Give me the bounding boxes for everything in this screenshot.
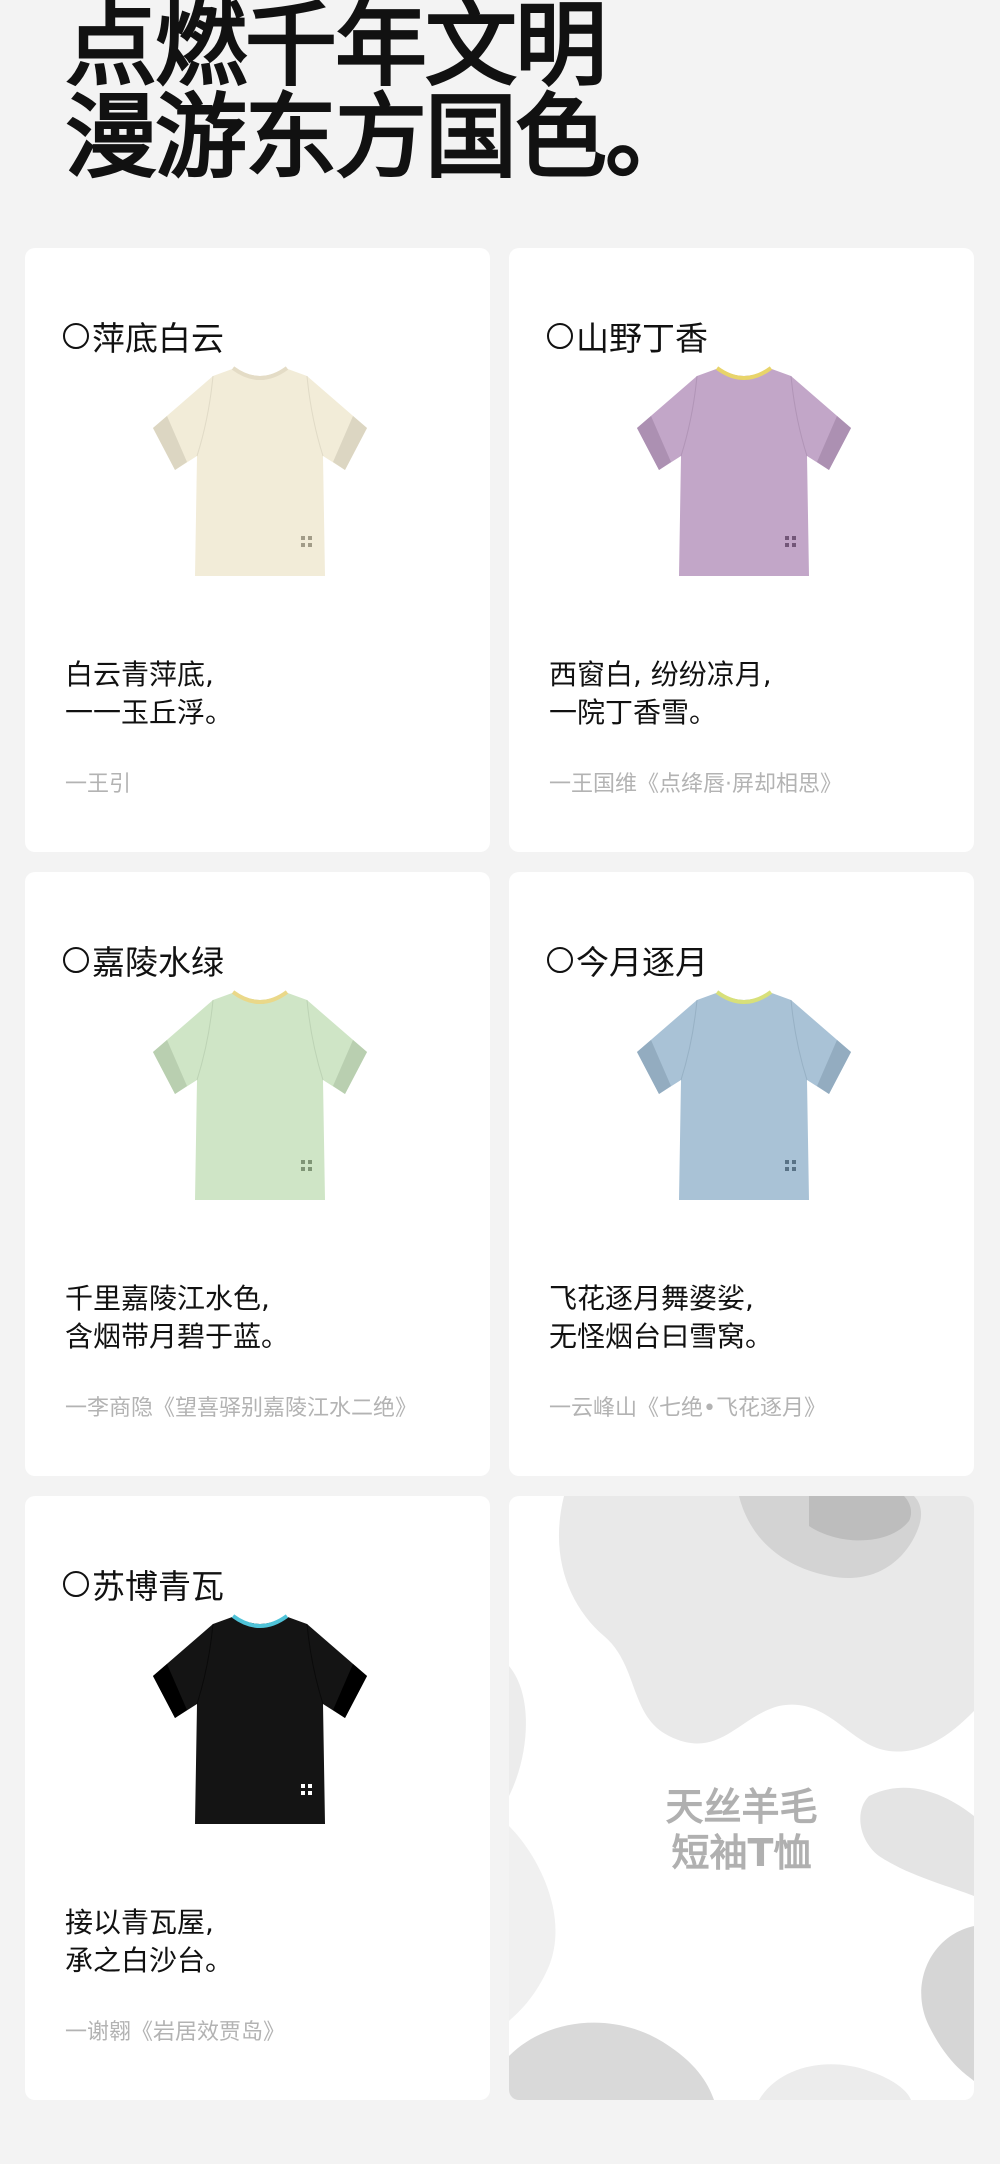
product-name: 苏博青瓦 [63, 1560, 224, 1608]
product-card-4[interactable]: 苏博青瓦 接以青瓦屋, 承之白沙台。 一谢翱《岩居效贾岛》 [25, 1496, 490, 2100]
product-card-2[interactable]: 嘉陵水绿 千里嘉陵江水色, 含烟带月碧于蓝。 一李商隐《望喜驿别嘉陵江水二绝》 [25, 872, 490, 1476]
poem-line-2: 无怪烟台曰雪窝。 [549, 1320, 774, 1353]
poem-author: 一云峰山《七绝•飞花逐月》 [549, 1396, 826, 1421]
poem-verse: 接以青瓦屋, 承之白沙台。 [65, 1904, 465, 1980]
promo-title: 天丝羊毛 短袖T恤 [509, 1784, 974, 1876]
circle-icon [547, 947, 573, 973]
tshirt-image[interactable] [135, 358, 385, 588]
poem-line-1: 飞花逐月舞婆娑, [549, 1282, 754, 1315]
product-name-label: 嘉陵水绿 [92, 943, 224, 982]
circle-icon [63, 323, 89, 349]
tshirt-image[interactable] [619, 982, 869, 1212]
product-name-label: 今月逐月 [576, 943, 708, 982]
product-card-1[interactable]: 山野丁香 西窗白, 纷纷凉月, 一院丁香雪。 一王国维《点绛唇·屏却相思》 [509, 248, 974, 852]
poem-line-2: 含烟带月碧于蓝。 [65, 1320, 290, 1353]
poem-line-2: 一院丁香雪。 [549, 696, 718, 729]
product-name: 山野丁香 [547, 312, 708, 360]
product-card-0[interactable]: 萍底白云 白云青萍底, 一一玉丘浮。 一王引 [25, 248, 490, 852]
promo-title-line-2: 短袖T恤 [671, 1831, 812, 1875]
circle-icon [63, 947, 89, 973]
hero-title: 点燃千年文明 漫游东方国色。 [65, 0, 945, 184]
product-name-label: 苏博青瓦 [92, 1567, 224, 1606]
poem-author: 一谢翱《岩居效贾岛》 [65, 2020, 286, 2045]
poem-line-1: 千里嘉陵江水色, [65, 1282, 270, 1315]
poem-verse: 千里嘉陵江水色, 含烟带月碧于蓝。 [65, 1280, 465, 1356]
poem-verse: 白云青萍底, 一一玉丘浮。 [65, 656, 465, 732]
circle-icon [547, 323, 573, 349]
poem-line-1: 白云青萍底, [65, 658, 214, 691]
tshirt-image[interactable] [619, 358, 869, 588]
promo-title-line-1: 天丝羊毛 [665, 1785, 818, 1829]
product-name-label: 山野丁香 [576, 319, 708, 358]
hero-title-line-2: 漫游东方国色。 [65, 84, 697, 191]
poem-verse: 西窗白, 纷纷凉月, 一院丁香雪。 [549, 656, 949, 732]
product-name: 萍底白云 [63, 312, 224, 360]
promo-card: 天丝羊毛 短袖T恤 [509, 1496, 974, 2100]
poem-author: 一王引 [65, 772, 132, 797]
tshirt-image[interactable] [135, 1606, 385, 1836]
circle-icon [63, 1571, 89, 1597]
product-name: 嘉陵水绿 [63, 936, 224, 984]
tshirt-image[interactable] [135, 982, 385, 1212]
poem-line-2: 承之白沙台。 [65, 1944, 234, 1977]
poem-verse: 飞花逐月舞婆娑, 无怪烟台曰雪窝。 [549, 1280, 949, 1356]
poem-line-1: 西窗白, 纷纷凉月, [549, 658, 772, 691]
product-card-3[interactable]: 今月逐月 飞花逐月舞婆娑, 无怪烟台曰雪窝。 一云峰山《七绝•飞花逐月》 [509, 872, 974, 1476]
product-name-label: 萍底白云 [92, 319, 224, 358]
poem-author: 一李商隐《望喜驿别嘉陵江水二绝》 [65, 1396, 418, 1421]
product-name: 今月逐月 [547, 936, 708, 984]
poem-line-1: 接以青瓦屋, [65, 1906, 214, 1939]
poem-line-2: 一一玉丘浮。 [65, 696, 234, 729]
hero-title-line-1: 点燃千年文明 [65, 0, 607, 99]
poem-author: 一王国维《点绛唇·屏却相思》 [549, 772, 842, 797]
